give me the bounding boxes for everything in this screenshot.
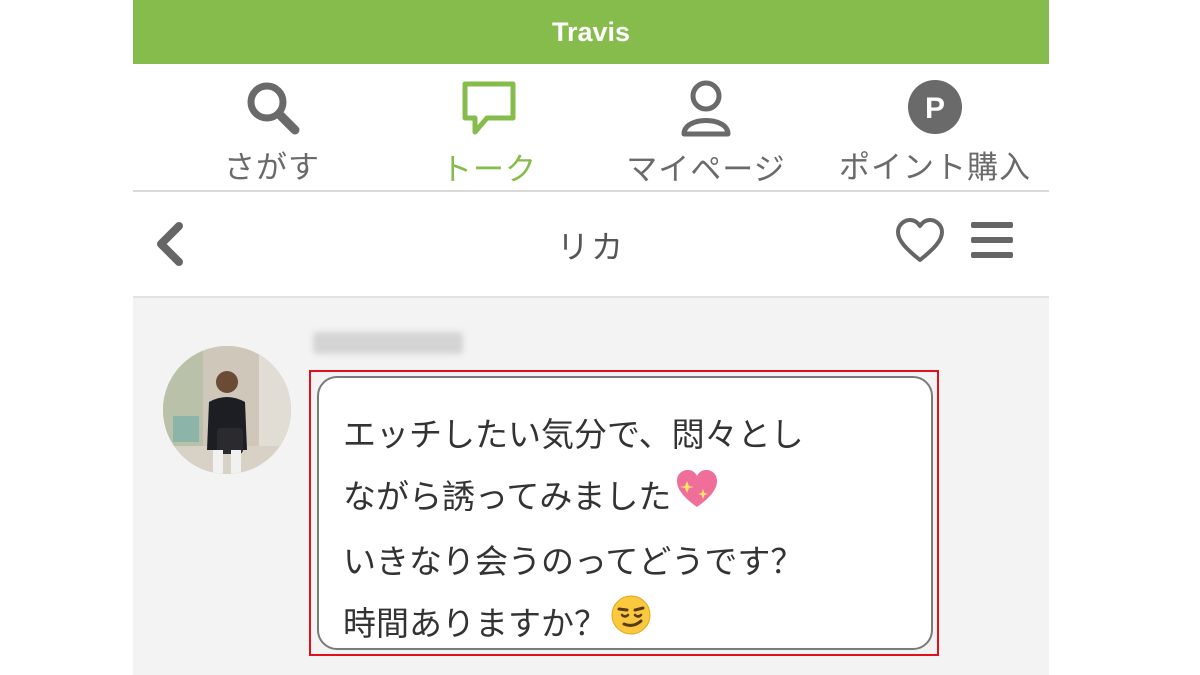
heart-outline-icon[interactable] — [895, 218, 945, 264]
points-p-icon: P — [906, 78, 964, 136]
search-icon — [243, 78, 301, 136]
message-line-text: 時間ありますか？ — [343, 603, 607, 643]
app-window: Travis さがす トーク マイページ P ポイント購入 リカ エッチしたい気… — [133, 0, 1049, 675]
bottom-tab-nav: さがす トーク マイページ P ポイント購入 — [133, 64, 1049, 192]
nav-item-points[interactable]: P ポイント購入 — [837, 78, 1033, 186]
message-bubble: エッチしたい気分で、悶々とし ながら誘ってみました いきなり会うのってどうです？… — [317, 376, 933, 650]
smirking-face-emoji-icon — [609, 593, 653, 657]
message-line-with-emoji: ながら誘ってみました — [343, 466, 931, 531]
nav-item-mypage[interactable]: マイページ — [621, 78, 791, 188]
nav-item-talk[interactable]: トーク — [429, 78, 549, 188]
nav-label-search: さがす — [224, 150, 320, 186]
message-line-text: ながら誘ってみました — [343, 477, 672, 516]
message-line-with-emoji: 時間ありますか？ — [343, 593, 931, 658]
nav-label-points: ポイント購入 — [839, 150, 1031, 186]
nav-label-mypage: マイページ — [626, 152, 786, 188]
sender-name-blurred — [313, 332, 463, 354]
nav-item-search[interactable]: さがす — [197, 78, 347, 186]
person-icon — [678, 78, 734, 138]
chat-bubble-icon — [459, 78, 519, 138]
chat-message-area: エッチしたい気分で、悶々とし ながら誘ってみました いきなり会うのってどうです？… — [133, 298, 1049, 675]
avatar[interactable] — [163, 346, 291, 474]
hamburger-menu-icon[interactable] — [969, 218, 1015, 262]
app-title: Travis — [551, 16, 631, 47]
app-title-bar: Travis — [133, 0, 1049, 64]
sparkling-heart-emoji-icon — [673, 467, 721, 531]
svg-text:P: P — [925, 92, 945, 125]
message-line: エッチしたい気分で、悶々とし — [343, 415, 804, 454]
nav-label-talk: トーク — [441, 152, 537, 188]
chat-header: リカ — [133, 192, 1049, 298]
message-line: いきなり会うのってどうです？ — [343, 541, 804, 581]
